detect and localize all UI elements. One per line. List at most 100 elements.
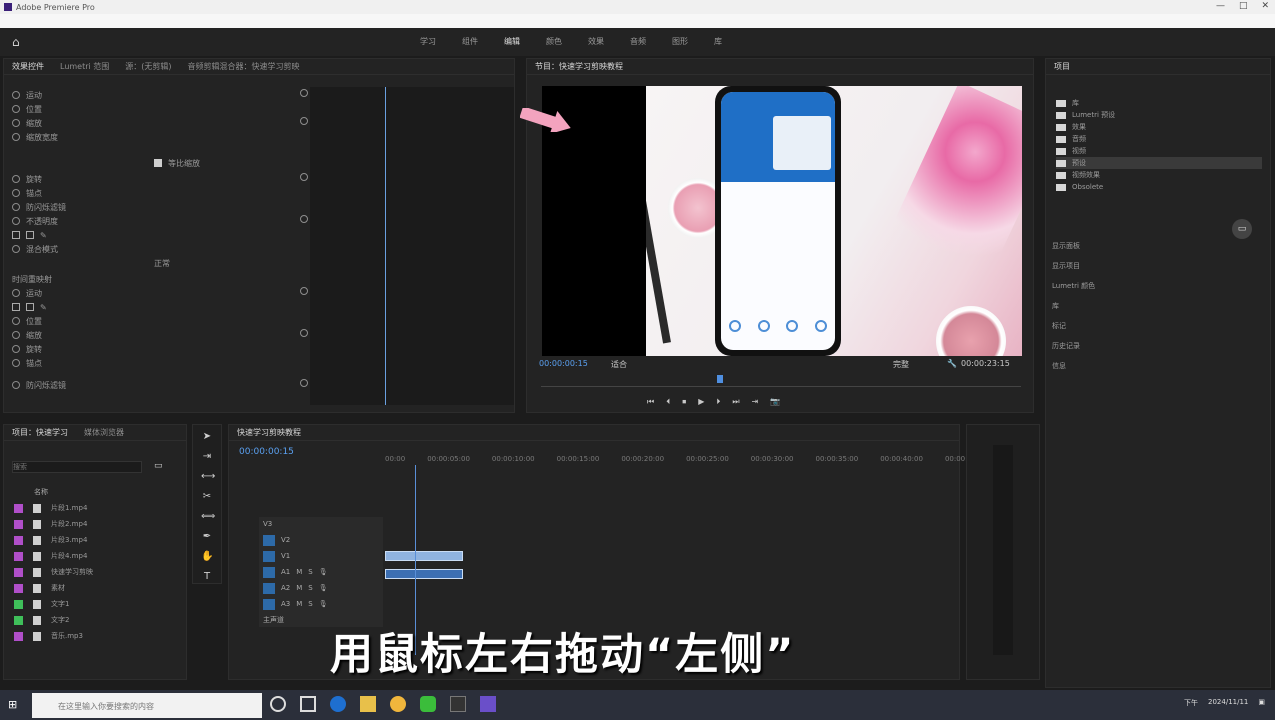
workspace-tab[interactable]: 编辑 <box>504 36 520 47</box>
bin-item[interactable]: 快速学习剪映 <box>14 565 184 579</box>
razor-icon[interactable]: ✂ <box>201 491 213 503</box>
tree-item-selected[interactable]: 预设 <box>1056 157 1262 169</box>
keyframe-toggle-icon[interactable] <box>300 173 308 181</box>
program-scrubber[interactable] <box>541 375 1021 387</box>
fx-row[interactable]: 时间重映射 <box>12 273 52 285</box>
file-explorer-icon[interactable] <box>360 696 376 712</box>
menu-item[interactable]: Lumetri 颜色 <box>1052 281 1095 301</box>
workspace-tab[interactable]: 音频 <box>630 36 646 47</box>
bin-search-input[interactable] <box>12 461 142 473</box>
fx-row[interactable]: 运动 <box>12 287 42 299</box>
bin-item[interactable]: 文字1 <box>14 597 184 611</box>
selection-tool-icon[interactable]: ➤ <box>201 431 213 443</box>
export-frame-icon[interactable]: 📷 <box>770 397 780 407</box>
new-folder-icon[interactable]: ▭ <box>1232 219 1252 239</box>
tree-item[interactable]: 音频 <box>1056 133 1262 145</box>
pen-icon[interactable]: ✎ <box>40 231 47 240</box>
workspace-tab[interactable]: 组件 <box>462 36 478 47</box>
fx-row[interactable]: 位置 <box>12 103 42 115</box>
track-header[interactable]: V1 <box>259 549 383 563</box>
menu-item[interactable]: 历史记录 <box>1052 341 1095 361</box>
stopwatch-icon[interactable] <box>12 105 20 113</box>
fx-row[interactable]: 不透明度 <box>12 215 58 227</box>
stopwatch-icon[interactable] <box>12 189 20 197</box>
track-header[interactable]: V2 <box>259 533 383 547</box>
uniform-scale-checkbox[interactable]: 等比缩放 <box>154 157 200 169</box>
track-header[interactable]: A3 M S 🎙 <box>259 597 383 611</box>
project-panel-title[interactable]: 项目 <box>1054 61 1070 72</box>
stopwatch-icon[interactable] <box>12 119 20 127</box>
edge-icon[interactable] <box>330 696 346 712</box>
track-target[interactable] <box>263 598 275 610</box>
tree-item[interactable]: 视频 <box>1056 145 1262 157</box>
workspace-tab[interactable]: 颜色 <box>546 36 562 47</box>
workspace-tab[interactable]: 库 <box>714 36 722 47</box>
go-to-out-icon[interactable]: ⏭ <box>732 397 739 407</box>
track-header[interactable]: A1 M S 🎙 <box>259 565 383 579</box>
timeline-timecode[interactable]: 00:00:00:15 <box>239 447 294 457</box>
keyframe-toggle-icon[interactable] <box>300 215 308 223</box>
workspace-tab[interactable]: 学习 <box>420 36 436 47</box>
fx-row[interactable]: 锚点 <box>12 187 42 199</box>
bin-item[interactable]: 片段3.mp4 <box>14 533 184 547</box>
taskbar-search-input[interactable]: 在这里输入你要搜索的内容 <box>32 693 262 718</box>
fx-row[interactable]: 运动 <box>12 89 42 101</box>
ellipse-mask-icon[interactable] <box>12 303 20 311</box>
mute-icon[interactable]: M <box>296 600 302 608</box>
mic-icon[interactable]: 🎙 <box>319 584 328 592</box>
ripple-edit-icon[interactable]: ⟷ <box>201 471 215 483</box>
rect-mask-icon[interactable] <box>26 303 34 311</box>
fx-row[interactable]: 防闪烁滤镜 <box>12 379 66 391</box>
settings-icon[interactable]: 🔧 <box>947 359 957 368</box>
task-view-icon[interactable] <box>300 696 316 712</box>
mic-icon[interactable]: 🎙 <box>319 568 328 576</box>
track-select-icon[interactable]: ⇥ <box>201 451 213 463</box>
maximize-icon[interactable]: □ <box>1239 1 1248 11</box>
extract-icon[interactable]: ⇥ <box>752 397 759 407</box>
track-target[interactable] <box>263 534 275 546</box>
step-back-icon[interactable]: ⏴ <box>666 397 670 407</box>
hand-tool-icon[interactable]: ✋ <box>201 551 213 563</box>
stopwatch-icon[interactable] <box>12 217 20 225</box>
bin-item[interactable]: 片段1.mp4 <box>14 501 184 515</box>
checkbox-icon[interactable] <box>154 159 162 167</box>
tree-item[interactable]: 库 <box>1056 97 1262 109</box>
stopwatch-icon[interactable] <box>12 203 20 211</box>
scrubber-playhead[interactable] <box>717 375 723 383</box>
keyframe-toggle-icon[interactable] <box>300 329 308 337</box>
tab-media-browser[interactable]: 媒体浏览器 <box>84 427 124 438</box>
menu-item[interactable]: 显示面板 <box>1052 241 1095 261</box>
track-target[interactable] <box>263 550 275 562</box>
mute-icon[interactable]: M <box>296 568 302 576</box>
notification-icon[interactable]: ▣ <box>1258 698 1265 708</box>
fit-select[interactable]: 适合 <box>611 359 627 370</box>
video-viewer[interactable] <box>542 86 1022 356</box>
program-monitor-title[interactable]: 节目：快速学习剪映教程 <box>535 61 623 72</box>
wechat-icon[interactable] <box>420 696 436 712</box>
close-icon[interactable]: ✕ <box>1261 1 1269 11</box>
keyframe-toggle-icon[interactable] <box>300 379 308 387</box>
fx-row[interactable]: 缩放 <box>12 329 42 341</box>
windows-start-icon[interactable]: ⊞ <box>8 698 17 711</box>
play-icon[interactable]: ▶ <box>698 397 704 407</box>
rect-mask-icon[interactable] <box>26 231 34 239</box>
stopwatch-icon[interactable] <box>12 91 20 99</box>
stopwatch-icon[interactable] <box>12 175 20 183</box>
blend-mode-select[interactable]: 正常 <box>154 257 170 269</box>
audio-clip[interactable] <box>385 569 463 579</box>
step-forward-icon[interactable]: ⏵ <box>716 397 720 407</box>
menu-item[interactable]: 库 <box>1052 301 1095 321</box>
stopwatch-icon[interactable] <box>12 317 20 325</box>
home-icon[interactable]: ⌂ <box>12 35 24 49</box>
bin-item[interactable]: 片段2.mp4 <box>14 517 184 531</box>
stopwatch-icon[interactable] <box>12 345 20 353</box>
stop-icon[interactable]: ⏹ <box>682 397 686 407</box>
track-header[interactable]: A2 M S 🎙 <box>259 581 383 595</box>
tab-project[interactable]: 项目：快速学习 <box>12 427 68 438</box>
slip-tool-icon[interactable]: ⟺ <box>201 511 215 523</box>
quality-select[interactable]: 完整 <box>893 359 909 370</box>
mic-icon[interactable]: 🎙 <box>319 600 328 608</box>
tray-date[interactable]: 2024/11/11 <box>1208 698 1248 708</box>
column-name[interactable]: 名称 <box>34 487 48 497</box>
fx-row[interactable]: 缩放宽度 <box>12 131 58 143</box>
